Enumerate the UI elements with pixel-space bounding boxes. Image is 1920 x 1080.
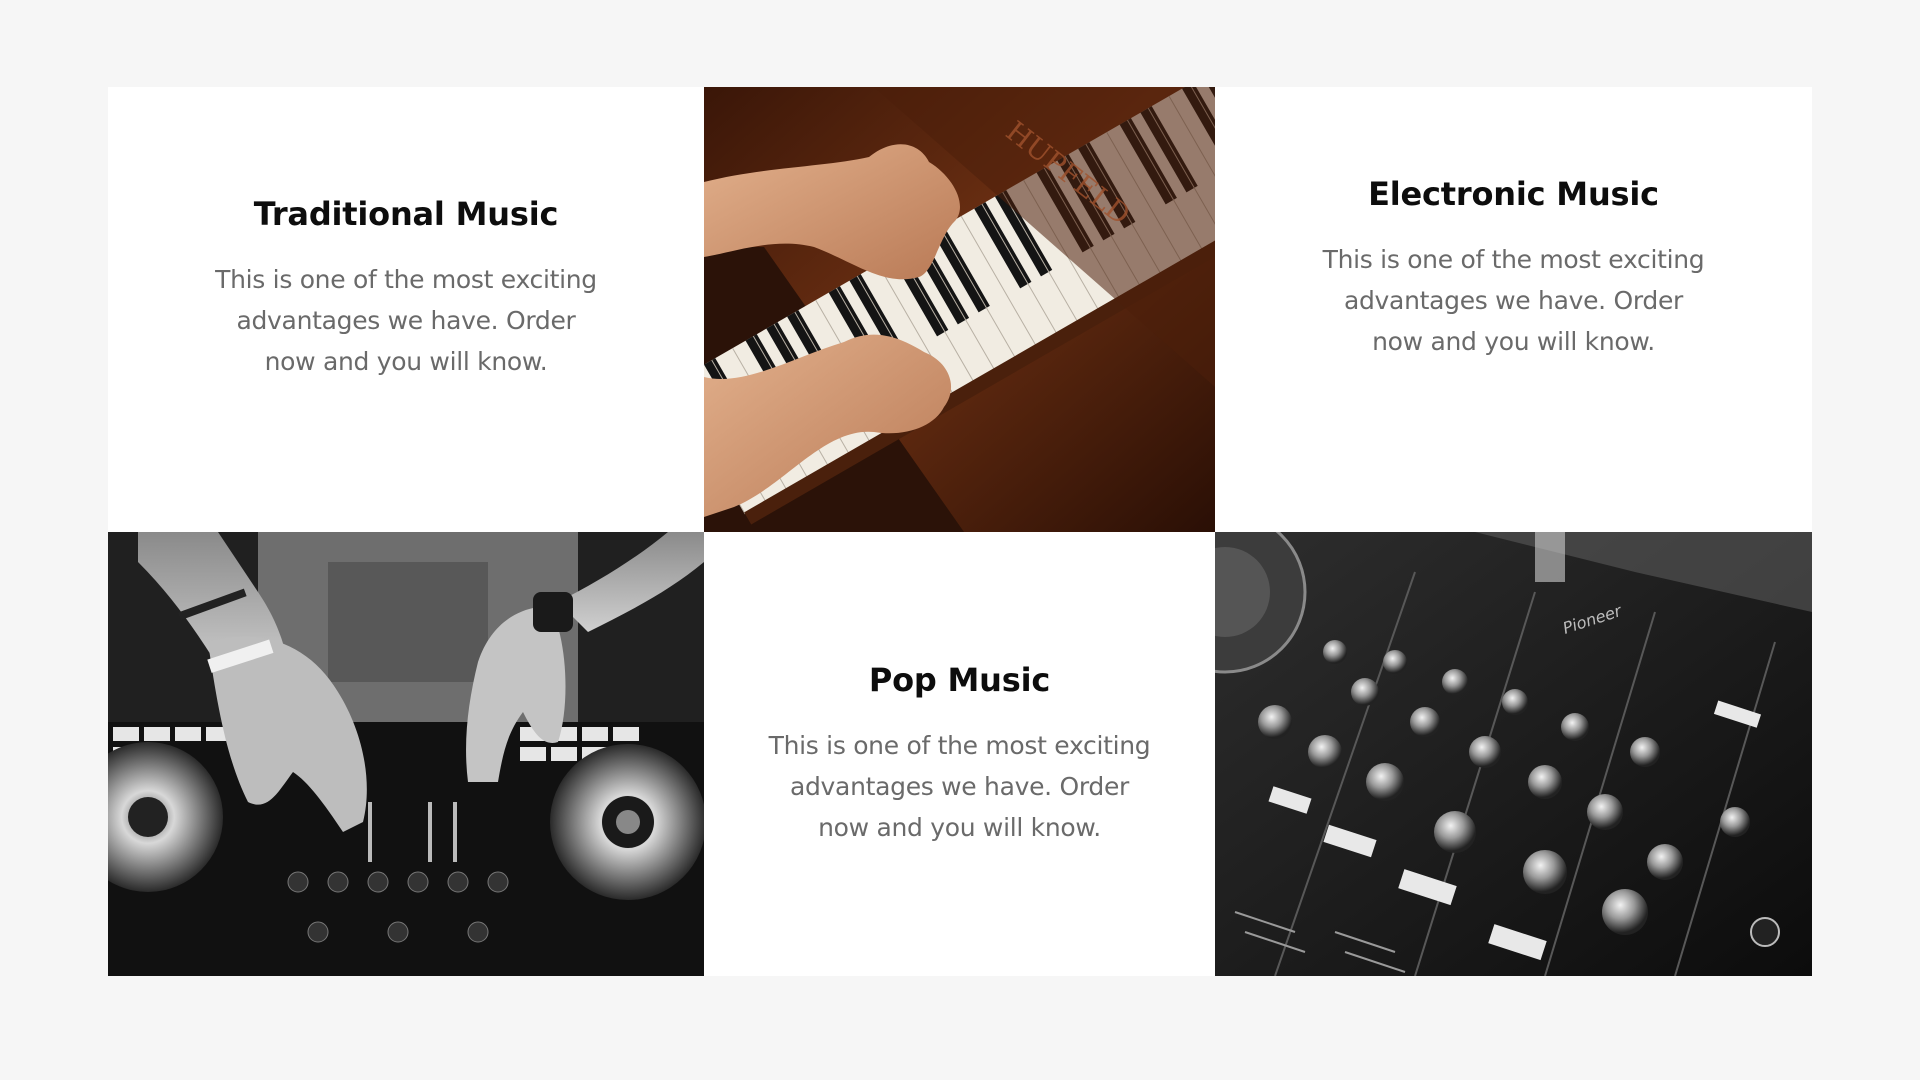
card-title: Electronic Music <box>1368 174 1659 213</box>
dj-mixer-photo: Pioneer <box>1215 532 1812 976</box>
piano-hands-photo: HUPFELD <box>704 87 1215 532</box>
card-description: This is one of the most exciting advanta… <box>768 730 1151 842</box>
card-description: This is one of the most exciting advanta… <box>1322 244 1705 356</box>
traditional-music-card: Traditional Music This is one of the mos… <box>108 87 704 532</box>
card-title: Pop Music <box>868 660 1051 699</box>
pop-music-card: Pop Music This is one of the most exciti… <box>704 532 1215 976</box>
music-genre-grid: Traditional Music This is one of the mos… <box>108 87 1812 976</box>
card-description: This is one of the most exciting advanta… <box>215 265 597 376</box>
card-title: Traditional Music <box>253 195 559 233</box>
electronic-music-card: Electronic Music This is one of the most… <box>1215 87 1812 532</box>
dj-controller-hands-photo <box>108 532 704 976</box>
